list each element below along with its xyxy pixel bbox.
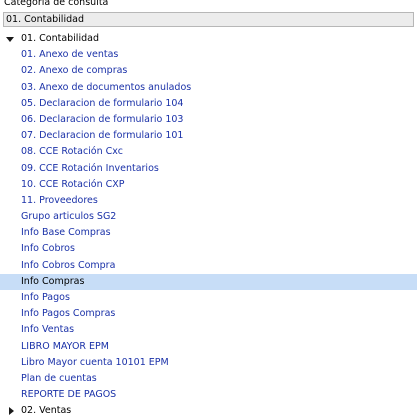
tree-item[interactable]: Info Pagos Compras <box>0 306 417 322</box>
tree-item[interactable]: 05. Declaracion de formulario 104 <box>0 96 417 112</box>
tree-item-label: REPORTE DE PAGOS <box>21 389 117 401</box>
tree-item[interactable]: LIBRO MAYOR EPM <box>0 339 417 355</box>
tree-item[interactable]: Libro Mayor cuenta 10101 EPM <box>0 355 417 371</box>
tree-item-label: Info Ventas <box>21 324 75 336</box>
tree-item-label: 02. Ventas <box>21 405 72 417</box>
tree-group[interactable]: 02. Ventas <box>0 403 417 419</box>
tree-item[interactable]: 11. Proveedores <box>0 193 417 209</box>
tree-item[interactable]: Plan de cuentas <box>0 371 417 387</box>
tree-item[interactable]: 07. Declaracion de formulario 101 <box>0 128 417 144</box>
tree-item[interactable]: 03. Anexo de documentos anulados <box>0 80 417 96</box>
query-tree: 01. Contabilidad 01. Anexo de ventas 02. A… <box>0 31 417 420</box>
tree-item-label: 03. Anexo de documentos anulados <box>21 81 192 93</box>
tree-item-label: LIBRO MAYOR EPM <box>21 340 109 352</box>
tree-item-label: Plan de cuentas <box>21 372 97 384</box>
tree-item-label: 01. Contabilidad <box>21 33 99 44</box>
tree-item[interactable]: REPORTE DE PAGOS <box>0 387 417 403</box>
tree-item-label: 02. Anexo de compras <box>21 65 128 77</box>
tree-item-label: Libro Mayor cuenta 10101 EPM <box>21 356 169 368</box>
tree-item[interactable]: Info Pagos <box>0 290 417 306</box>
tree-item-label: 01. Anexo de ventas <box>21 49 119 61</box>
category-label: Categoria de consulta <box>4 0 109 8</box>
tree-item-label: 10. CCE Rotación CXP <box>21 178 125 190</box>
tree-item[interactable]: Grupo articulos SG2 <box>0 209 417 225</box>
tree-item[interactable]: 10. CCE Rotación CXP <box>0 177 417 193</box>
tree-item-label: Info Pagos <box>21 292 70 303</box>
tree-item-label: Info Cobros Compra <box>21 259 116 271</box>
tree-item[interactable]: 06. Declaracion de formulario 103 <box>0 112 417 128</box>
tree-item-label: 06. Declaracion de formulario 103 <box>21 113 184 125</box>
tree-item[interactable]: Info Ventas <box>0 322 417 338</box>
tree-item-label: Info Pagos Compras <box>21 308 116 320</box>
category-select[interactable]: 01. Contabilidad <box>3 12 414 27</box>
tree-item-label: Info Compras <box>21 275 85 287</box>
tree-group[interactable]: 01. Contabilidad <box>0 31 417 47</box>
tree-item-label: Info Base Compras <box>21 227 111 239</box>
tree-item[interactable]: Info Cobros <box>0 241 417 257</box>
tree-item[interactable]: Info Cobros Compra <box>0 258 417 274</box>
category-select-value: 01. Contabilidad <box>6 14 84 25</box>
tree-item-label: 07. Declaracion de formulario 101 <box>21 130 184 142</box>
tree-item[interactable]: 08. CCE Rotación Cxc <box>0 144 417 160</box>
tree-item[interactable]: 09. CCE Rotación Inventarios <box>0 161 417 177</box>
tree-item-label: Info Cobros <box>21 243 75 255</box>
tree-item[interactable]: 02. Anexo de compras <box>0 63 417 79</box>
tree-item-label: 08. CCE Rotación Cxc <box>21 146 123 158</box>
tree-item-label: 05. Declaracion de formulario 104 <box>21 97 184 109</box>
tree-item[interactable]: 01. Anexo de ventas <box>0 47 417 63</box>
tree-item-label: 09. CCE Rotación Inventarios <box>21 162 159 174</box>
collapse-arrow-icon[interactable] <box>9 407 14 416</box>
tree-item[interactable]: Info Base Compras <box>0 225 417 241</box>
tree-item-label: 11. Proveedores <box>21 194 98 206</box>
tree-item-label: Grupo articulos SG2 <box>21 211 117 223</box>
tree-item[interactable]: Info Compras <box>0 273 417 290</box>
expand-arrow-icon[interactable] <box>6 37 14 42</box>
